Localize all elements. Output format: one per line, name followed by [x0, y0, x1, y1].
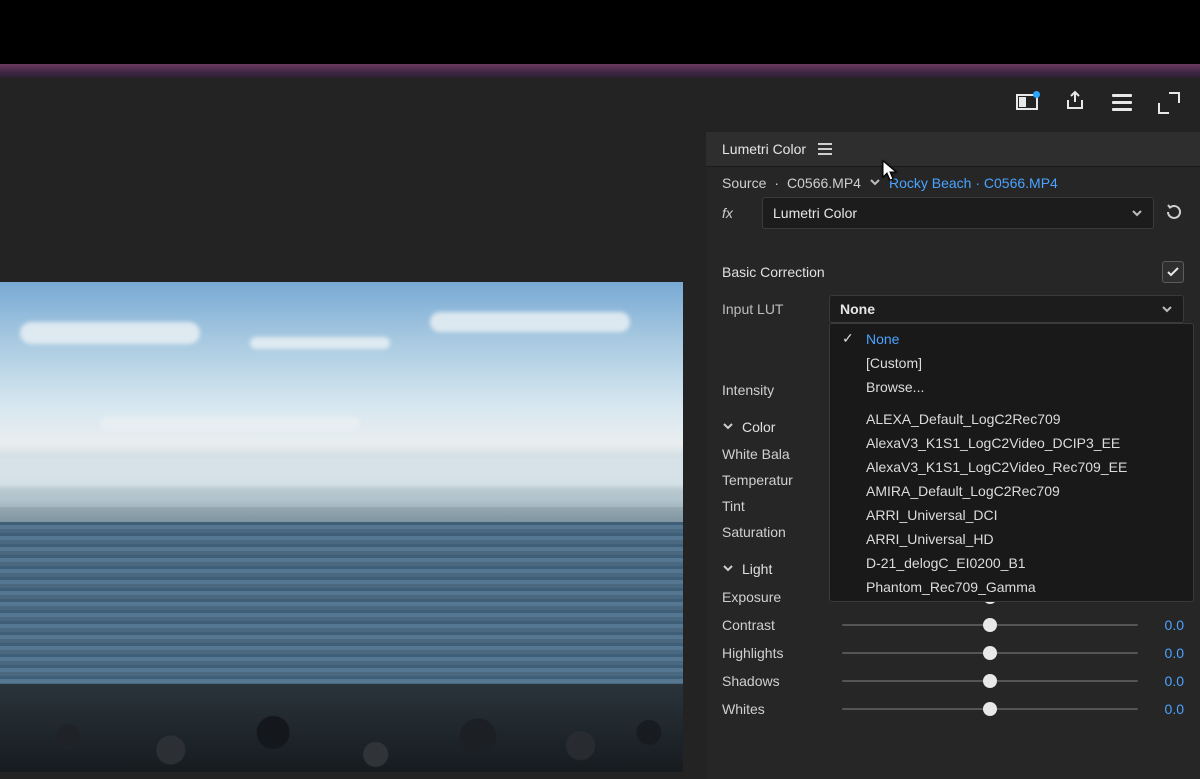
lut-option[interactable]: ARRI_Universal_DCI: [830, 503, 1193, 527]
slider-label: Contrast: [722, 617, 832, 633]
effect-selector[interactable]: Lumetri Color: [762, 197, 1154, 229]
intensity-label: Intensity: [722, 382, 832, 398]
clip-link[interactable]: Rocky Beach · C0566.MP4: [889, 175, 1058, 191]
slider-label: Shadows: [722, 673, 832, 689]
caret-down-icon[interactable]: [722, 419, 734, 435]
program-monitor-area: [0, 132, 706, 779]
top-toolbar: [0, 78, 1200, 133]
lut-option[interactable]: ✓None: [830, 326, 1193, 351]
title-bar-black: [0, 0, 1200, 64]
slider-track[interactable]: [842, 700, 1138, 718]
mouse-cursor: [882, 160, 900, 185]
lut-option[interactable]: D-21_delogC_EI0200_B1: [830, 551, 1193, 575]
panel-options-icon[interactable]: [818, 143, 832, 155]
lut-option[interactable]: AlexaV3_K1S1_LogC2Video_DCIP3_EE: [830, 431, 1193, 455]
lut-option[interactable]: [Custom]: [830, 351, 1193, 375]
slider-thumb[interactable]: [983, 674, 997, 688]
slider-label: Exposure: [722, 589, 832, 605]
lut-option[interactable]: AlexaV3_K1S1_LogC2Video_Rec709_EE: [830, 455, 1193, 479]
slider-thumb[interactable]: [983, 646, 997, 660]
basic-correction-heading[interactable]: Basic Correction: [722, 264, 825, 280]
slider-row: Shadows 0.0: [722, 667, 1184, 695]
slider-thumb[interactable]: [983, 618, 997, 632]
source-file: C0566.MP4: [787, 175, 861, 191]
chevron-down-icon: [1131, 207, 1143, 219]
slider-value[interactable]: 0.0: [1148, 673, 1184, 689]
panel-title: Lumetri Color: [722, 141, 806, 157]
lumetri-color-panel: Lumetri Color Source · C0566.MP4 Rocky B…: [706, 132, 1200, 779]
caret-down-icon[interactable]: [722, 561, 734, 577]
input-lut-label: Input LUT: [722, 301, 817, 317]
slider-label: Whites: [722, 701, 832, 717]
white-balance-label: White Bala: [722, 446, 832, 462]
basic-correction-toggle[interactable]: [1162, 261, 1184, 283]
slider-value[interactable]: 0.0: [1148, 701, 1184, 717]
source-label: Source: [722, 175, 766, 191]
chevron-down-icon: [1161, 303, 1173, 315]
fx-badge[interactable]: fx: [722, 205, 752, 221]
workspace-tab-strip: [0, 64, 1200, 78]
panel-header[interactable]: Lumetri Color: [706, 132, 1200, 167]
slider-row: Contrast 0.0: [722, 611, 1184, 639]
slider-track[interactable]: [842, 616, 1138, 634]
input-lut-value: None: [840, 301, 875, 317]
panel-menu-icon[interactable]: [1112, 94, 1132, 111]
reset-icon[interactable]: [1164, 202, 1184, 225]
light-heading[interactable]: Light: [742, 561, 772, 577]
slider-thumb[interactable]: [983, 702, 997, 716]
share-icon[interactable]: [1064, 90, 1086, 115]
slider-value[interactable]: 0.0: [1148, 645, 1184, 661]
slider-track[interactable]: [842, 672, 1138, 690]
slider-track[interactable]: [842, 644, 1138, 662]
slider-row: Highlights 0.0: [722, 639, 1184, 667]
maximize-icon[interactable]: [1158, 92, 1180, 114]
tint-label: Tint: [722, 498, 832, 514]
workspace-icon[interactable]: [1016, 92, 1038, 113]
lut-option[interactable]: Browse...: [830, 375, 1193, 399]
input-lut-dropdown[interactable]: None: [829, 295, 1184, 323]
lut-option[interactable]: ALEXA_Default_LogC2Rec709: [830, 407, 1193, 431]
temperature-label: Temperatur: [722, 472, 832, 488]
input-lut-dropdown-list[interactable]: ✓None[Custom]Browse... ALEXA_Default_LogC…: [829, 323, 1194, 602]
lut-option[interactable]: AMIRA_Default_LogC2Rec709: [830, 479, 1193, 503]
saturation-label: Saturation: [722, 524, 832, 540]
slider-value[interactable]: 0.0: [1148, 617, 1184, 633]
chevron-down-icon[interactable]: [869, 175, 881, 191]
source-row: Source · C0566.MP4 Rocky Beach · C0566.M…: [706, 167, 1200, 195]
color-heading[interactable]: Color: [742, 419, 775, 435]
slider-label: Highlights: [722, 645, 832, 661]
program-monitor[interactable]: [0, 282, 683, 772]
slider-row: Whites 0.0: [722, 695, 1184, 723]
preview-rocks: [0, 684, 683, 772]
lut-option[interactable]: Phantom_Rec709_Gamma: [830, 575, 1193, 599]
lut-option[interactable]: ARRI_Universal_HD: [830, 527, 1193, 551]
effect-name: Lumetri Color: [773, 205, 857, 221]
